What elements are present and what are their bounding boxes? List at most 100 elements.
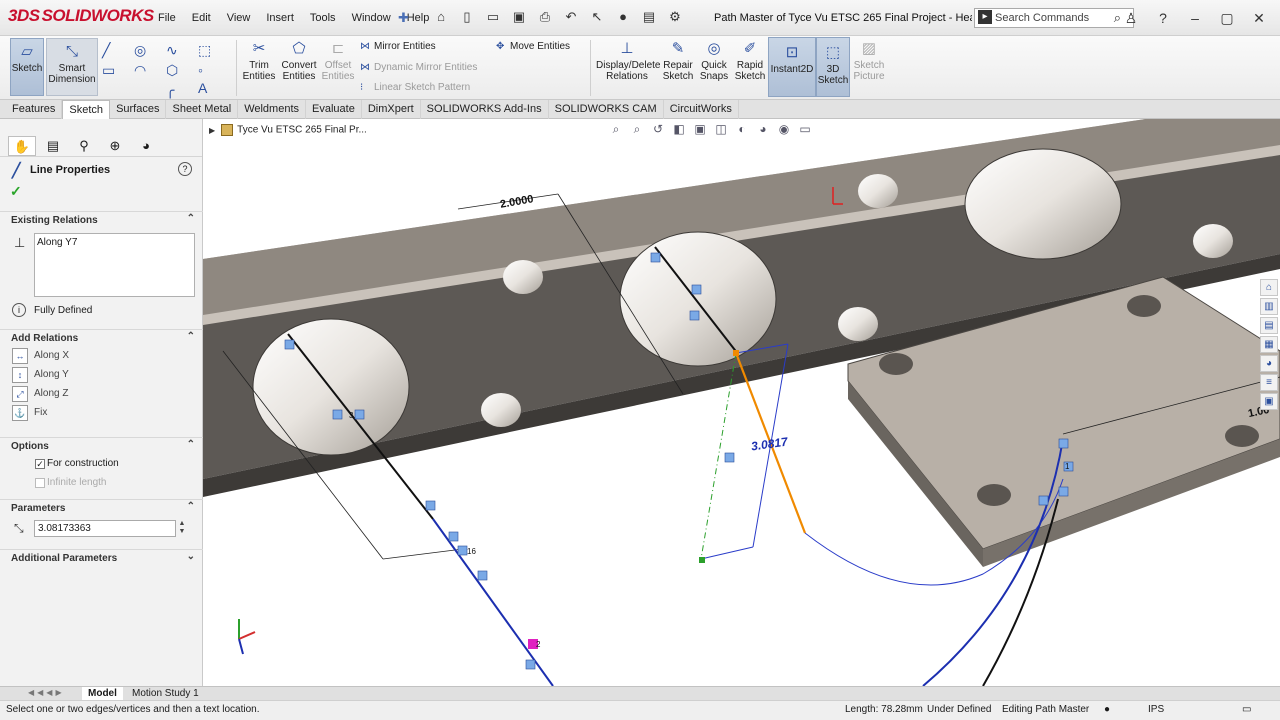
rectangle-icon[interactable]: ▭ [102,60,115,80]
line-icon[interactable]: ╱ [102,40,110,60]
display-style-icon[interactable]: ◫ [712,122,730,138]
edit-appearance-icon[interactable]: ◕ [754,122,772,138]
equal-relation-marker[interactable] [457,545,468,556]
tab-solidworks-cam[interactable]: SOLIDWORKS CAM [549,100,664,119]
zoom-area-icon[interactable]: ⌕ [628,122,646,138]
display-manager-tab-icon[interactable]: ◕ [132,136,160,156]
tab-sheet-metal[interactable]: Sheet Metal [166,100,239,119]
tab-dimxpert[interactable]: DimXpert [362,100,421,119]
add-relations-header[interactable]: Add Relations ⌃ [0,329,203,347]
menu-insert[interactable]: Insert [258,12,302,24]
design-library-icon[interactable]: ▥ [1260,298,1278,315]
dimxpert-manager-tab-icon[interactable]: ⊕ [101,136,129,156]
options-header[interactable]: Options ⌃ [0,437,203,455]
length-parameter-input[interactable]: 3.08173363 [34,520,176,537]
tab-solidworks-addins[interactable]: SOLIDWORKS Add-Ins [421,100,549,119]
options-gear-icon[interactable]: ⚙ [664,9,686,27]
restore-icon[interactable]: ▢ [1216,10,1238,27]
help-icon[interactable]: ? [178,162,192,176]
checkbox-checked-icon[interactable]: ✓ [35,459,45,469]
add-relation-along-z[interactable]: ⤢ Along Z [0,385,203,404]
infinite-length-checkbox[interactable]: Infinite length [0,474,203,493]
customize-status-icon[interactable]: ▭ [1242,704,1251,715]
save-icon[interactable]: ▣ [508,9,530,27]
view-palette-icon[interactable]: ▦ [1260,336,1278,353]
dimension-extension-line[interactable] [700,546,754,560]
tab-sketch[interactable]: Sketch [62,100,111,119]
existing-relations-header[interactable]: Existing Relations ⌃ [0,211,203,229]
repair-sketch-button[interactable]: ✎ Repair Sketch [660,40,696,82]
circle-icon[interactable]: ◎ [134,40,146,60]
collapse-icon[interactable]: ⌃ [187,213,195,224]
search-commands-box[interactable]: ▸ Search Commands ⌕ [974,8,1134,28]
existing-relations-list[interactable]: Along Y7 [34,233,195,297]
sketch-point[interactable] [699,557,705,563]
fillet-icon[interactable]: ╭ [166,80,174,100]
trim-entities-button[interactable]: ✂ Trim Entities [240,40,278,82]
add-relation-along-x[interactable]: ↔ Along X [0,347,203,366]
section-view-icon[interactable]: ◧ [670,122,688,138]
checkbox-icon[interactable] [35,478,45,488]
line-endpoint[interactable] [733,350,739,356]
model-canvas[interactable] [203,119,1280,686]
units-selector[interactable]: IPS [1148,704,1164,715]
spline-icon[interactable]: ∿ [166,40,178,60]
previous-view-icon[interactable]: ↺ [649,122,667,138]
instant2d-button[interactable]: ⊡ Instant2D [768,37,816,97]
open-icon[interactable]: ▭ [482,9,504,27]
tab-evaluate[interactable]: Evaluate [306,100,362,119]
point-icon[interactable]: ◦ [198,60,203,80]
view-orientation-icon[interactable]: ▣ [691,122,709,138]
additional-parameters-header[interactable]: Additional Parameters ⌄ [0,549,203,567]
menu-view[interactable]: View [219,12,259,24]
rapid-sketch-button[interactable]: ✐ Rapid Sketch [732,40,768,82]
collapse-icon[interactable]: ⌃ [187,439,195,450]
file-explorer-icon[interactable]: ▤ [1260,317,1278,334]
appearances-icon[interactable]: ◕ [1260,355,1278,372]
menu-window[interactable]: Window [344,12,399,24]
sketch-picture-button[interactable]: ▨ Sketch Picture [852,40,886,82]
select-icon[interactable]: ↖ [586,9,608,27]
plane-icon[interactable]: ⬚ [198,40,211,60]
tab-surfaces[interactable]: Surfaces [110,100,167,119]
configuration-manager-tab-icon[interactable]: ⚲ [70,136,98,156]
spin-buttons[interactable]: ▲ ▼ [177,520,187,537]
solidworks-logo[interactable]: 3DS SOLIDWORKS [8,6,154,26]
print-icon[interactable]: ⎙ [534,9,556,27]
relation-item[interactable]: Along Y7 [37,237,192,248]
display-delete-relations-button[interactable]: ⊥ Display/Delete Relations [596,40,660,82]
tab-model[interactable]: Model [82,687,123,700]
polygon-icon[interactable]: ⬡ [166,60,178,80]
3d-sketch-button[interactable]: ⬚ 3D Sketch [816,37,850,97]
menu-tools[interactable]: Tools [302,12,344,24]
tab-circuitworks[interactable]: CircuitWorks [664,100,739,119]
solidworks-resources-icon[interactable]: ⌂ [1260,279,1278,296]
ok-checkmark-icon[interactable]: ✓ [10,183,22,200]
search-input[interactable]: Search Commands [995,12,1089,24]
offset-entities-button[interactable]: ⊏ Offset Entities [320,40,356,82]
rebuild-icon[interactable]: ● [612,9,634,27]
apply-scene-icon[interactable]: ◉ [775,122,793,138]
tree-root-label[interactable]: Tyce Vu ETSC 265 Final Pr... [237,125,367,136]
tab-motion-study[interactable]: Motion Study 1 [126,687,205,700]
collapse-icon[interactable]: ⌃ [187,331,195,342]
mirror-entities-button[interactable]: ⋈ Mirror Entities [360,41,436,52]
feature-manager-tab-icon[interactable]: ✋ [8,135,36,156]
minimize-icon[interactable]: – [1184,10,1206,27]
sketch-button[interactable]: ▱ Sketch [10,38,44,96]
for-construction-checkbox[interactable]: ✓ For construction [0,455,203,474]
close-icon[interactable]: ✕ [1248,10,1270,27]
home-icon[interactable]: ⌂ [430,9,452,27]
user-icon[interactable]: ♙ [1120,10,1142,27]
expand-icon[interactable]: ⌄ [187,551,195,562]
search-scope-icon[interactable]: ▸ [978,10,992,24]
view-settings-icon[interactable]: ▭ [796,122,814,138]
menu-file[interactable]: File [150,12,184,24]
graphics-area[interactable]: 2.0000 3.0817 1.00 16 3 2 1 ▶ Tyce Vu ETS… [203,119,1280,686]
help-icon[interactable]: ? [1152,10,1174,27]
feature-tree-flyout[interactable]: ▶ Tyce Vu ETSC 265 Final Pr... [209,124,367,136]
tab-weldments[interactable]: Weldments [238,100,307,119]
arc-icon[interactable]: ◠ [134,60,146,80]
file-properties-icon[interactable]: ▤ [638,9,660,27]
tab-features[interactable]: Features [6,100,63,119]
